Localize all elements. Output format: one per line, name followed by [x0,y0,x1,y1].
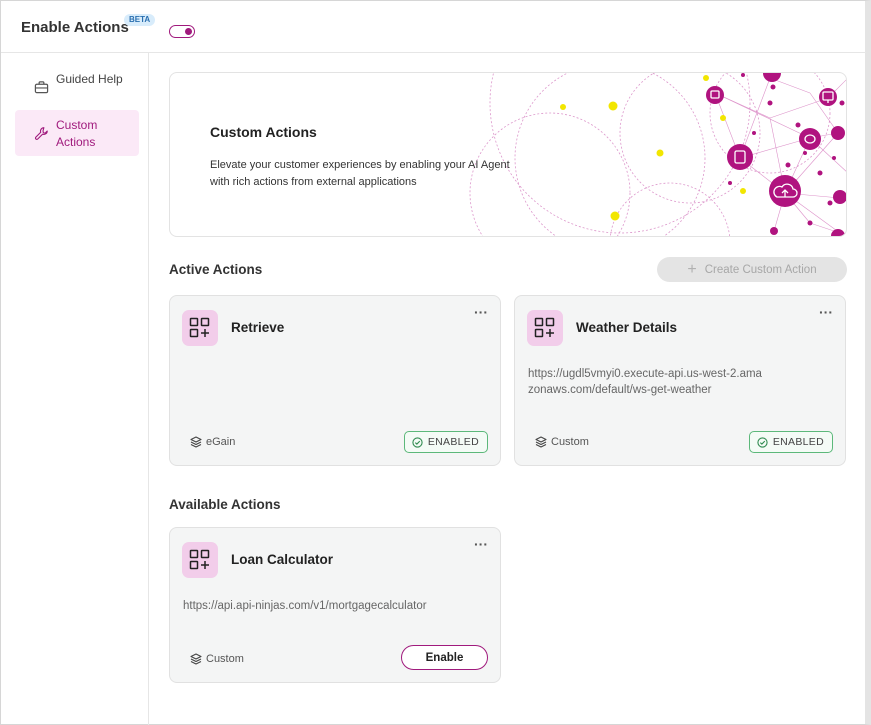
action-card-retrieve[interactable]: Retrieve ··· eGain ENABLED [169,295,501,466]
sidebar-item-custom-actions[interactable]: Custom Actions [15,110,139,156]
available-actions-heading: Available Actions [169,497,281,512]
page-title: Enable Actions [21,19,129,36]
action-source-label: Custom [206,653,244,665]
action-source-label: Custom [551,436,589,448]
create-custom-action-button[interactable]: + Create Custom Action [657,257,847,282]
banner-title: Custom Actions [210,124,317,140]
action-source: Custom [535,436,589,448]
sidebar-item-guided-help[interactable]: Guided Help [15,64,139,110]
check-circle-icon [412,436,423,448]
layers-icon [190,436,202,448]
action-card-title: Loan Calculator [231,552,334,567]
status-badge-enabled: ENABLED [748,431,833,453]
action-endpoint-url: https://api.api-ninjas.com/v1/mortgageca… [183,600,427,612]
action-card-title: Retrieve [231,320,285,335]
sidebar-item-label: Guided Help [56,72,123,86]
action-card-icon [527,310,563,346]
toggle-knob [185,27,192,35]
apps-add-icon [189,317,210,338]
more-options-icon[interactable]: ··· [474,536,488,552]
action-card-weather-details[interactable]: Weather Details ··· https://ugdl5vmyi0.e… [514,295,846,466]
status-label: ENABLED [427,436,479,448]
more-options-icon[interactable]: ··· [819,304,833,320]
enable-action-button[interactable]: Enable [401,645,488,670]
enable-actions-toggle[interactable] [169,25,195,38]
wrench-icon [34,127,48,140]
custom-actions-banner: Custom Actions Elevate your customer exp… [169,72,847,237]
active-actions-heading: Active Actions [169,262,263,277]
action-source: Custom [190,653,244,665]
action-source-label: eGain [206,436,236,448]
layers-icon [190,653,202,665]
beta-badge: BETA [124,14,156,26]
action-card-loan-calculator[interactable]: Loan Calculator ··· https://api.api-ninj… [169,527,501,683]
status-badge-enabled: ENABLED [403,431,488,453]
check-circle-icon [757,436,768,448]
action-card-icon [182,310,218,346]
status-label: ENABLED [772,436,824,448]
page-header: Enable Actions BETA [1,1,866,53]
sidebar: Guided Help Custom Actions [1,53,149,725]
create-custom-action-label: Create Custom Action [704,263,817,276]
action-card-title: Weather Details [576,320,678,335]
apps-add-icon [189,549,210,570]
banner-description: Elevate your customer experiences by ena… [210,159,510,188]
app-window: Enable Actions BETA Guided Help Custom A… [0,0,871,725]
action-endpoint-url: https://ugdl5vmyi0.execute-api.us-west-2… [528,368,762,396]
more-options-icon[interactable]: ··· [474,304,488,320]
action-card-icon [182,542,218,578]
sidebar-item-label: Custom Actions [56,118,98,149]
briefcase-icon [34,81,49,94]
plus-icon: + [687,260,697,278]
network-illustration [469,73,846,236]
layers-icon [535,436,547,448]
action-source: eGain [190,436,235,448]
apps-add-icon [534,317,555,338]
